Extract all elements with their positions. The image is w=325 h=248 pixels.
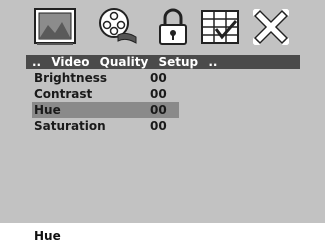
setting-label: Contrast — [34, 87, 93, 101]
tab-quality[interactable]: Quality — [100, 55, 149, 69]
status-caption: Hue — [34, 229, 61, 243]
setting-label: Brightness — [34, 71, 108, 85]
setting-row-saturation[interactable]: Saturation 00 — [32, 118, 179, 134]
setting-row-contrast[interactable]: Contrast 00 — [32, 86, 179, 102]
tab-scroll-right[interactable]: .. — [208, 55, 217, 69]
grid-settings-icon[interactable] — [200, 4, 242, 50]
picture-icon[interactable] — [34, 4, 76, 50]
close-x-icon[interactable] — [250, 4, 292, 50]
osd-menu-panel: .. Video Quality Setup .. Brightness 00 … — [0, 0, 325, 223]
setting-row-hue[interactable]: Hue 00 — [32, 102, 179, 118]
padlock-icon[interactable] — [152, 4, 194, 50]
setting-value: 00 — [150, 119, 167, 133]
setting-value: 00 — [150, 103, 167, 117]
settings-list: Brightness 00 Contrast 00 Hue 00 Saturat… — [32, 70, 179, 134]
setting-label: Saturation — [34, 119, 106, 133]
setting-label: Hue — [34, 103, 61, 117]
icon-toolbar — [0, 0, 325, 54]
menu-tab-bar: .. Video Quality Setup .. — [26, 55, 300, 69]
tab-scroll-left[interactable]: .. — [32, 55, 41, 69]
setting-value: 00 — [150, 87, 167, 101]
tab-setup[interactable]: Setup — [159, 55, 199, 69]
setting-row-brightness[interactable]: Brightness 00 — [32, 70, 179, 86]
setting-value: 00 — [150, 71, 167, 85]
film-reel-icon[interactable] — [96, 4, 138, 50]
tab-video[interactable]: Video — [51, 55, 89, 69]
